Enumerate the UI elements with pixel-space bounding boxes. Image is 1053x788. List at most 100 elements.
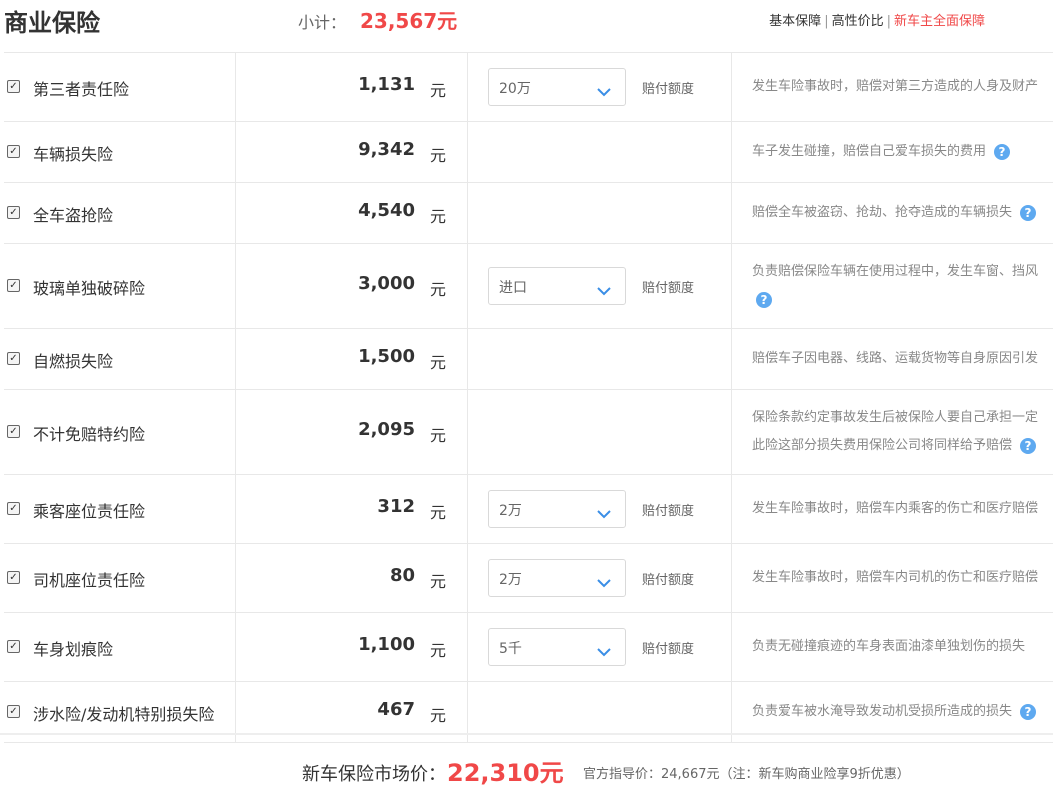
column-divider [731,613,732,681]
column-divider [731,244,732,328]
description-text: 负责爱车被水淹导致发动机受损所造成的损失 [752,704,1013,719]
description-line: 保险条款约定事故发生后被保险人要自己承担一定 [752,410,1039,425]
column-divider [235,613,236,681]
description-text: 发生车险事故时，赔偿车内乘客的伤亡和医疗赔偿 [752,501,1039,516]
table-row: ✓ 自燃损失险 1,500 元 赔偿车子因电器、线路、运载货物等自身原因引发 [4,329,1053,390]
coverage-amount-label: 赔付额度 [642,82,695,97]
column-divider [731,183,732,243]
column-divider [467,475,468,543]
coverage-amount-label: 赔付额度 [642,504,695,519]
tab-value[interactable]: 高性价比 [832,14,884,29]
row-checkbox[interactable]: ✓ [7,425,20,438]
price-unit: 元 [430,641,447,660]
insurance-price: 1,131 [358,74,415,95]
help-icon[interactable]: ? [1020,437,1037,454]
price-unit: 元 [430,706,447,725]
coverage-select[interactable]: 2万 [488,490,626,528]
price-unit: 元 [430,207,447,226]
coverage-select[interactable]: 2万 [488,559,626,597]
row-checkbox[interactable]: ✓ [7,640,20,653]
insurance-description: 负责爱车被水淹导致发动机受损所造成的损失? [752,698,1037,726]
column-divider [235,122,236,182]
column-divider [467,122,468,182]
coverage-select[interactable]: 5千 [488,628,626,666]
insurance-description: 发生车险事故时，赔偿车内司机的伤亡和医疗赔偿 [752,564,1038,592]
table-row: ✓ 全车盗抢险 4,540 元 赔偿全车被盗窃、抢劫、抢夺造成的车辆损失? [4,183,1053,244]
tab-full[interactable]: 新车主全面保障 [894,14,985,29]
insurance-description: 保险条款约定事故发生后被保险人要自己承担一定 此险这部分损失费用保险公司将同样给… [752,404,1038,460]
help-icon[interactable]: ? [994,143,1011,160]
header: 商业保险 小计： 23,567元 基本保障 | 高性价比 | 新车主全面保障 [0,0,1053,52]
description-line: ? [752,286,1038,314]
chevron-down-icon [597,573,611,592]
coverage-select-value: 进口 [499,280,527,296]
subtotal-value: 23,567元 [360,9,458,33]
description-text: 此险这部分损失费用保险公司将同样给予赔偿 [752,438,1013,453]
chevron-down-icon [597,504,611,523]
insurance-price: 4,540 [358,200,415,221]
table-row: ✓ 乘客座位责任险 312 元 2万 赔付额度 发生车险事故时，赔偿车内乘客的伤亡和医疗… [4,475,1053,544]
help-icon[interactable]: ? [1020,703,1037,720]
help-icon[interactable]: ? [1020,204,1037,221]
column-divider [731,475,732,543]
price-unit: 元 [430,146,447,165]
column-divider [731,390,732,474]
column-divider [467,53,468,121]
description-line: 此险这部分损失费用保险公司将同样给予赔偿? [752,432,1038,460]
price-unit: 元 [430,280,447,299]
help-icon[interactable]: ? [756,291,772,308]
price-unit: 元 [430,353,447,372]
insurance-price: 2,095 [358,419,415,440]
insurance-description: 负责无碰撞痕迹的车身表面油漆单独划伤的损失 [752,633,1025,661]
chevron-down-icon [597,642,611,661]
footer: 新车保险市场价： 22,310元 官方指导价：24,667元（注：新车购商业险享… [0,733,1053,787]
coverage-select[interactable]: 进口 [488,267,626,305]
column-divider [467,613,468,681]
insurance-price: 3,000 [358,273,415,294]
coverage-select[interactable]: 20万 [488,68,626,106]
column-divider [467,390,468,474]
insurance-table: ✓ 第三者责任险 1,131 元 20万 赔付额度 发生车险事故时，赔偿对第三方造成的人… [4,52,1053,743]
row-checkbox[interactable]: ✓ [7,352,20,365]
insurance-name: 司机座位责任险 [33,571,146,590]
column-divider [467,329,468,389]
price-unit: 元 [430,81,447,100]
insurance-name: 涉水险/发动机特别损失险 [33,705,215,724]
description-text: 车子发生碰撞，赔偿自己爱车损失的费用 [752,144,987,159]
chevron-down-icon [597,281,611,300]
description-line: 负责赔偿保险车辆在使用过程中，发生车窗、挡风 [752,264,1039,279]
coverage-select-value: 2万 [499,572,522,588]
page-title: 商业保险 [4,9,100,37]
insurance-price: 80 [389,565,415,586]
chevron-down-icon [597,82,611,101]
column-divider [235,390,236,474]
row-checkbox[interactable]: ✓ [7,145,20,158]
column-divider [467,244,468,328]
insurance-name: 自燃损失险 [33,352,114,371]
row-checkbox[interactable]: ✓ [7,279,20,292]
price-unit: 元 [430,426,447,445]
tab-separator: | [824,14,829,29]
table-row: ✓ 玻璃单独破碎险 3,000 元 进口 赔付额度 负责赔偿保险车辆在使用过程中，发生… [4,244,1053,329]
insurance-name: 车辆损失险 [33,145,114,164]
price-unit: 元 [430,572,447,591]
insurance-description: 赔偿车子因电器、线路、运载货物等自身原因引发 [752,345,1038,373]
column-divider [731,329,732,389]
table-row: ✓ 车身划痕险 1,100 元 5千 赔付额度 负责无碰撞痕迹的车身表面油漆单独划伤的损… [4,613,1053,682]
insurance-name: 不计免赔特约险 [33,425,146,444]
insurance-name: 第三者责任险 [33,80,130,99]
column-divider [731,53,732,121]
row-checkbox[interactable]: ✓ [7,206,20,219]
row-checkbox[interactable]: ✓ [7,705,20,718]
description-text: 负责无碰撞痕迹的车身表面油漆单独划伤的损失 [752,639,1026,654]
column-divider [731,544,732,612]
insurance-name: 乘客座位责任险 [33,502,146,521]
column-divider [235,244,236,328]
row-checkbox[interactable]: ✓ [7,571,20,584]
row-checkbox[interactable]: ✓ [7,80,20,93]
column-divider [235,53,236,121]
insurance-description: 发生车险事故时，赔偿对第三方造成的人身及财产 [752,73,1038,101]
row-checkbox[interactable]: ✓ [7,502,20,515]
coverage-amount-label: 赔付额度 [642,281,695,296]
tab-basic[interactable]: 基本保障 [769,14,821,29]
